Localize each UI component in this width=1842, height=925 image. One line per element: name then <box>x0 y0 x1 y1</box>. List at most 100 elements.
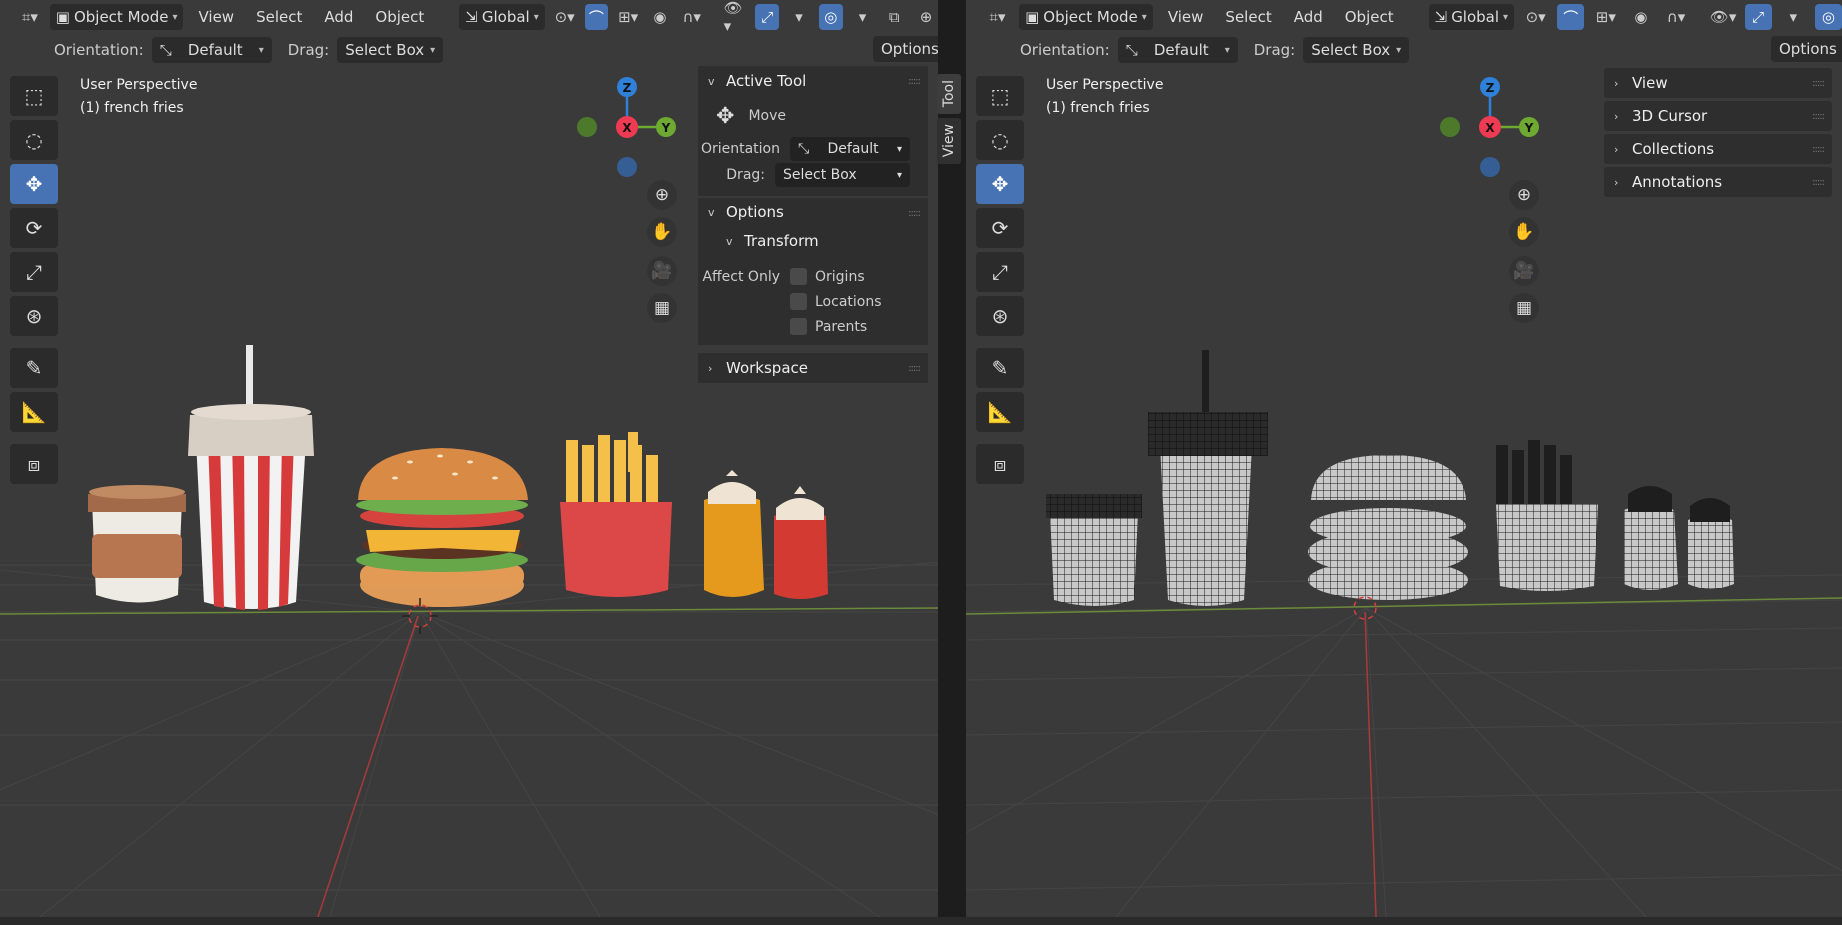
rotate-tool[interactable]: ⟳ <box>976 208 1024 248</box>
rotate-tool[interactable]: ⟳ <box>10 208 58 248</box>
gizmo-toggle-icon[interactable]: ⤢ <box>755 4 780 30</box>
snap-target-icon[interactable]: ⊞▾ <box>616 4 640 30</box>
3d-cursor-panel-header[interactable]: › 3D Cursor ::::: <box>1604 101 1832 131</box>
gizmo-toggle-icon[interactable]: ⤢ <box>1744 4 1772 30</box>
add-cube-tool[interactable]: ⧈ <box>976 444 1024 484</box>
gizmo-z-label: Z <box>1486 81 1495 95</box>
mode-select[interactable]: ▣ Object Mode ▾ <box>1019 4 1153 30</box>
measure-tool[interactable]: 📐 <box>10 392 58 432</box>
move-tool[interactable]: ✥ <box>976 164 1024 204</box>
options-button[interactable]: Options <box>1771 36 1842 62</box>
workspace-panel-header[interactable]: › Workspace ::::: <box>698 345 928 383</box>
menu-select[interactable]: Select <box>249 4 309 30</box>
scale-tool[interactable]: ⤢ <box>10 252 58 292</box>
chevron-down-icon: ▾ <box>1503 11 1509 23</box>
falloff-icon[interactable]: ∩▾ <box>680 4 704 30</box>
locations-checkbox[interactable] <box>790 293 807 310</box>
add-cube-tool[interactable]: ⧈ <box>10 444 58 484</box>
visibility-icon[interactable]: 👁▾ <box>724 0 748 35</box>
cursor-tool[interactable]: ◌ <box>10 120 58 160</box>
zoom-icon[interactable]: ⊕ <box>647 180 677 210</box>
measure-tool[interactable]: 📐 <box>976 392 1024 432</box>
perspective-grid-icon[interactable]: ▦ <box>1509 293 1539 323</box>
drag-grip-icon[interactable]: ::::: <box>1812 111 1825 122</box>
menu-select[interactable]: Select <box>1218 4 1278 30</box>
menu-view[interactable]: View <box>191 4 241 30</box>
select-box-tool[interactable]: ⬚ <box>10 76 58 116</box>
scale-tool[interactable]: ⤢ <box>976 252 1024 292</box>
gizmo-dropdown-icon[interactable]: ▾ <box>787 4 811 30</box>
editor-type-icon[interactable]: ⌗▾ <box>984 4 1011 30</box>
camera-icon[interactable]: 🎥 <box>1509 256 1539 286</box>
drag-grip-icon[interactable]: ::::: <box>1812 144 1825 155</box>
menu-object[interactable]: Object <box>368 4 431 30</box>
proportional-edit-icon[interactable]: ◉ <box>648 4 672 30</box>
transform-orientation-select[interactable]: ⇲ Global ▾ <box>1428 4 1515 30</box>
sidebar-view-panels: › View ::::: › 3D Cursor ::::: › Collect… <box>1604 68 1832 200</box>
drag-grip-icon[interactable]: ::::: <box>1812 78 1825 89</box>
overlays-dropdown-icon[interactable]: ▾ <box>851 4 875 30</box>
pan-hand-icon[interactable]: ✋ <box>1509 217 1539 247</box>
tab-tool[interactable]: Tool <box>937 74 961 114</box>
options-button[interactable]: Options ▾ <box>873 36 938 62</box>
chevron-right-icon: › <box>1614 142 1619 156</box>
gizmo-dropdown-icon[interactable]: ▾ <box>1780 4 1807 30</box>
annotate-tool[interactable]: ✎ <box>976 348 1024 388</box>
soda-cup-wireframe <box>1148 350 1268 606</box>
pan-hand-icon[interactable]: ✋ <box>647 217 677 247</box>
menu-object[interactable]: Object <box>1338 4 1401 30</box>
pivot-point-icon[interactable]: ⊙▾ <box>1522 4 1549 30</box>
origins-checkbox[interactable] <box>790 268 807 285</box>
orientation-dropdown[interactable]: ⤡ Default ▾ <box>790 137 910 161</box>
drag-grip-icon[interactable]: ::::: <box>908 76 921 87</box>
navigation-gizmo-right[interactable]: Z X Y <box>1430 70 1550 190</box>
parents-checkbox[interactable] <box>790 318 807 335</box>
navigation-gizmo[interactable]: Z X Y <box>567 70 687 190</box>
transform-tool[interactable]: ⊛ <box>976 296 1024 336</box>
snap-icon[interactable]: ⌒ <box>584 4 609 30</box>
transform-orientation-select[interactable]: ⇲ Global ▾ <box>459 4 545 30</box>
menu-add[interactable]: Add <box>317 4 360 30</box>
drag-grip-icon[interactable]: ::::: <box>1812 177 1825 188</box>
drag-grip-icon[interactable]: ::::: <box>908 363 921 374</box>
drag-dropdown[interactable]: Select Box ▾ <box>775 163 910 187</box>
orientation-icon: ⤡ <box>798 141 810 157</box>
overlays-icon[interactable]: ◎ <box>818 4 843 30</box>
options-panel-header[interactable]: v Options ::::: <box>698 196 928 226</box>
snap-icon[interactable]: ⌒ <box>1557 4 1585 30</box>
mode-select[interactable]: ▣ Object Mode ▾ <box>49 4 184 30</box>
menu-view[interactable]: View <box>1161 4 1211 30</box>
editor-type-icon[interactable]: ⌗▾ <box>18 4 42 30</box>
tab-view[interactable]: View <box>937 118 961 164</box>
visibility-icon[interactable]: 👁▾ <box>1710 4 1737 30</box>
wireframe-shading-icon[interactable]: ⊕ <box>914 4 938 30</box>
view-panel-header[interactable]: › View ::::: <box>1604 68 1832 98</box>
menu-add[interactable]: Add <box>1287 4 1330 30</box>
transform-subpanel-header[interactable]: v Transform <box>698 226 928 256</box>
falloff-icon[interactable]: ∩▾ <box>1662 4 1689 30</box>
proportional-edit-icon[interactable]: ◉ <box>1627 4 1654 30</box>
camera-icon[interactable]: 🎥 <box>647 256 677 286</box>
chevron-down-icon: ▾ <box>172 11 178 23</box>
transform-tool[interactable]: ⊛ <box>10 296 58 336</box>
orientation-select[interactable]: ⤡ Default ▾ <box>151 37 272 63</box>
snap-target-icon[interactable]: ⊞▾ <box>1592 4 1619 30</box>
collections-panel-header[interactable]: › Collections ::::: <box>1604 134 1832 164</box>
drag-grip-icon[interactable]: ::::: <box>908 208 921 219</box>
cursor-tool[interactable]: ◌ <box>976 120 1024 160</box>
zoom-icon[interactable]: ⊕ <box>1509 180 1539 210</box>
drag-select[interactable]: Select Box ▾ <box>337 37 444 63</box>
orientation-select[interactable]: ⤡ Default ▾ <box>1117 37 1238 63</box>
select-box-tool[interactable]: ⬚ <box>976 76 1024 116</box>
active-tool-panel-header[interactable]: v Active Tool ::::: <box>698 66 928 96</box>
pivot-point-icon[interactable]: ⊙▾ <box>553 4 577 30</box>
annotate-tool[interactable]: ✎ <box>10 348 58 388</box>
drag-select[interactable]: Select Box ▾ <box>1303 37 1410 63</box>
perspective-grid-icon[interactable]: ▦ <box>647 293 677 323</box>
annotations-panel-header[interactable]: › Annotations ::::: <box>1604 167 1832 197</box>
viewport-solid[interactable]: ⌗▾ ▣ Object Mode ▾ View Select Add Objec… <box>0 0 938 917</box>
chevron-right-icon: › <box>1614 175 1619 189</box>
xray-icon[interactable]: ⧉ <box>882 4 906 30</box>
overlays-icon[interactable]: ◎ <box>1814 4 1842 30</box>
move-tool[interactable]: ✥ <box>10 164 58 204</box>
